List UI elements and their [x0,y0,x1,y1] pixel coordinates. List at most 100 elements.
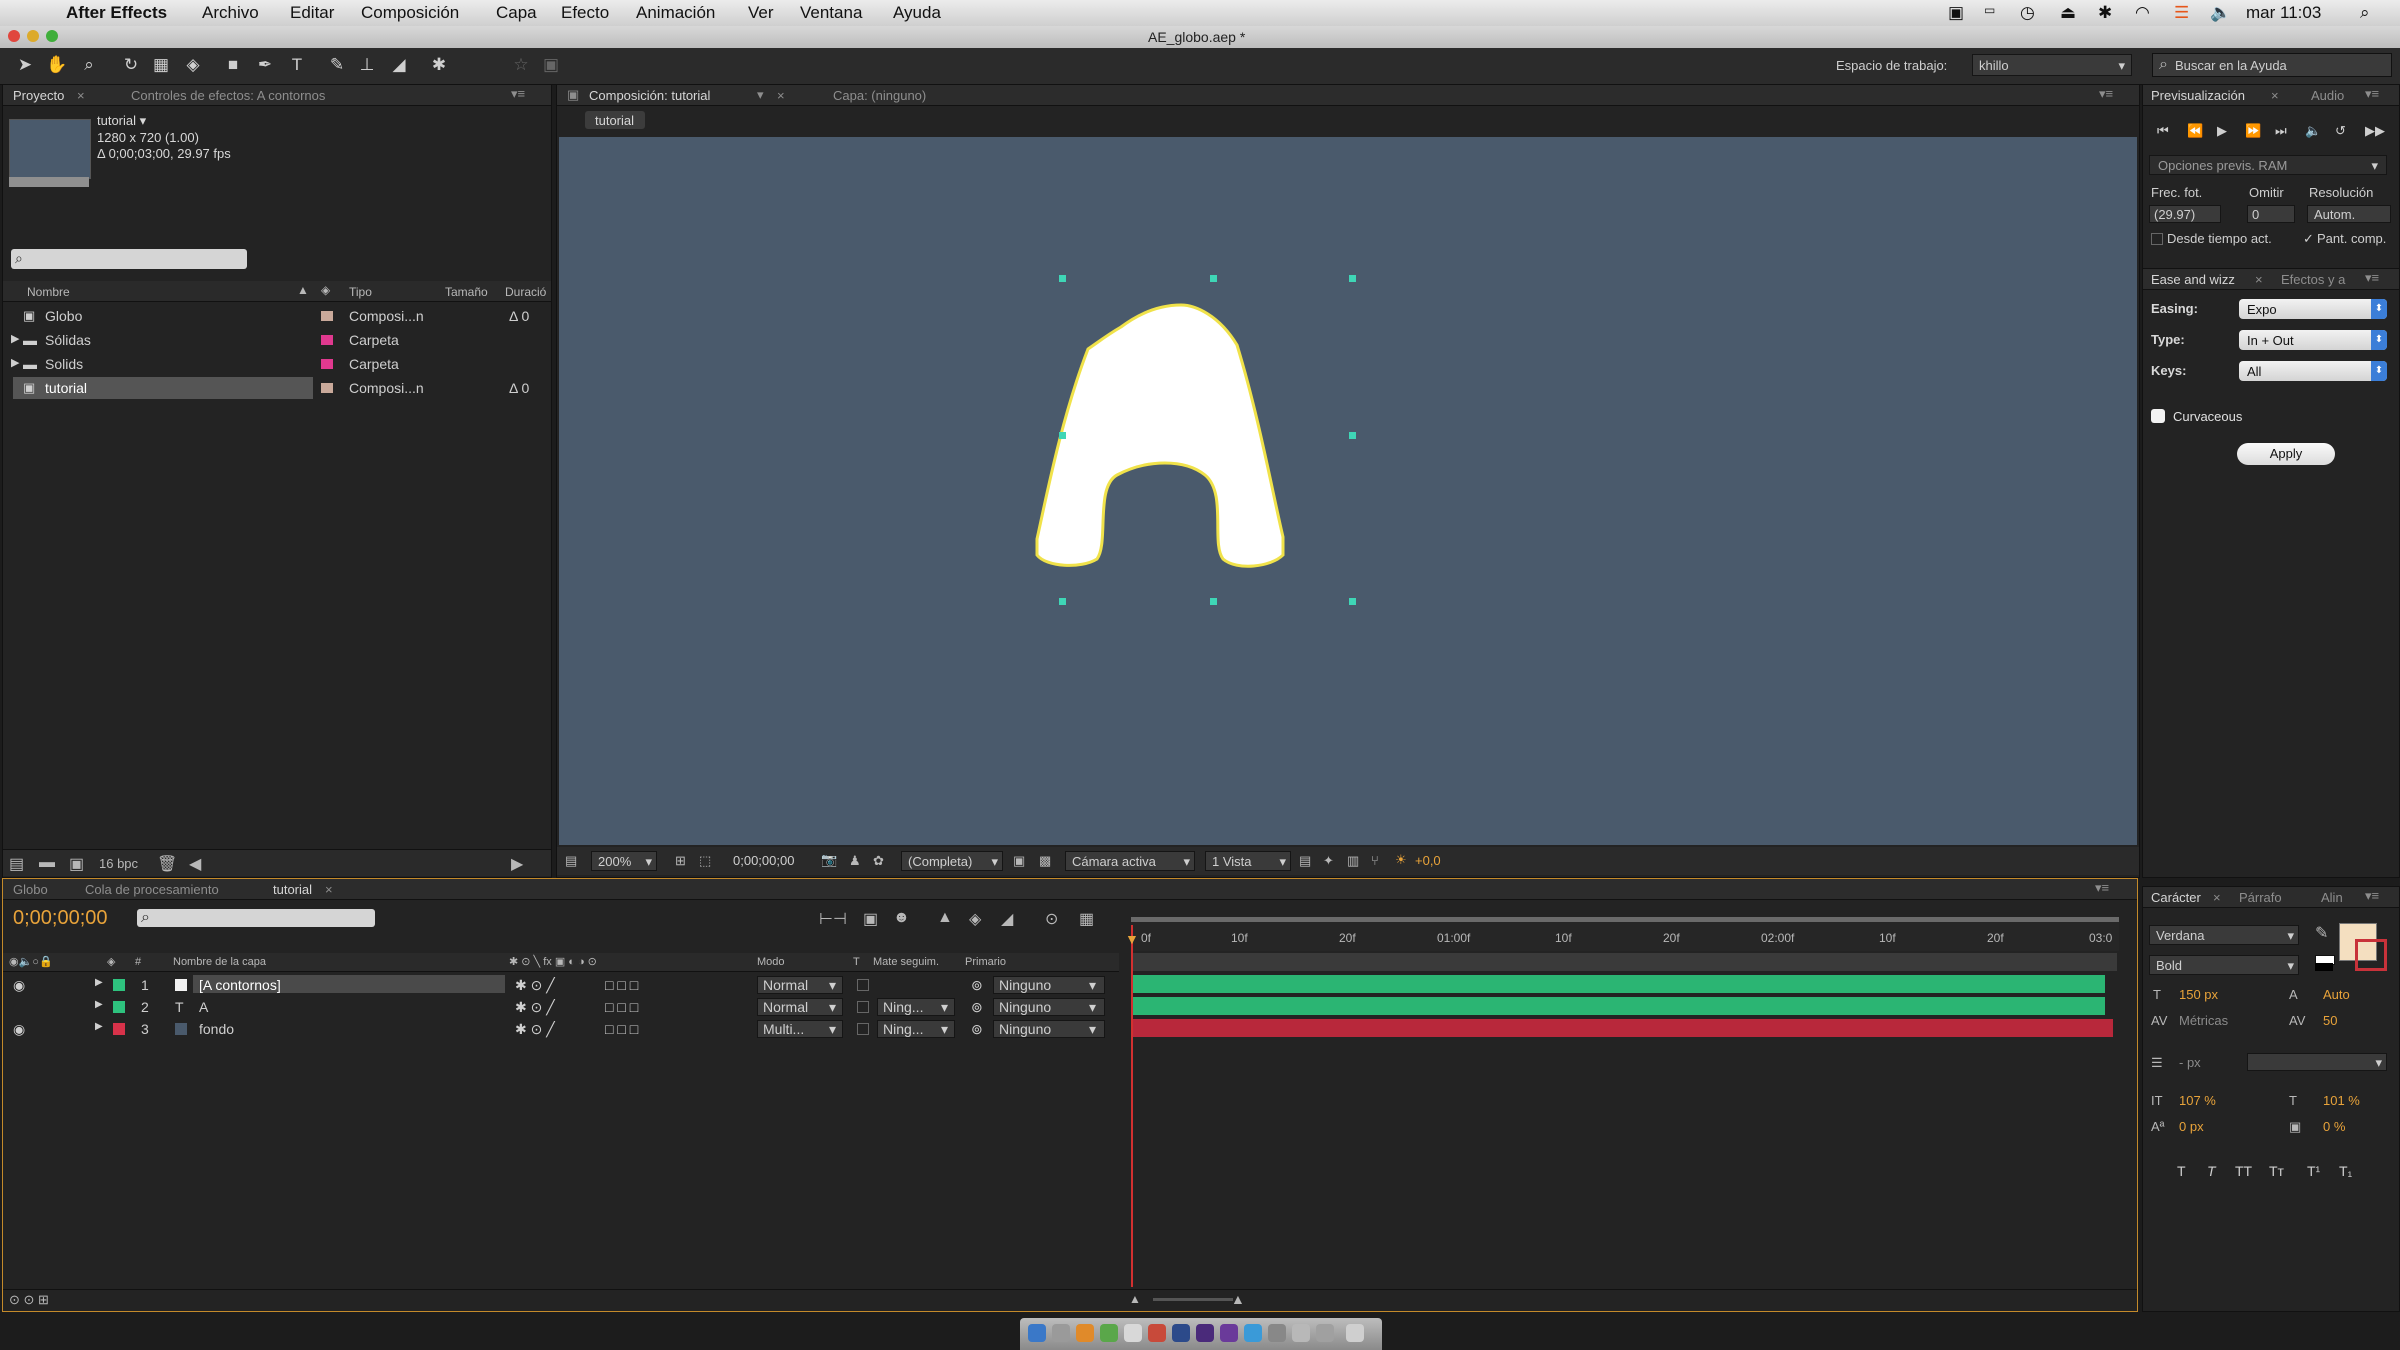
fast-preview-icon[interactable]: ✦ [1323,853,1334,869]
zoom-window-button[interactable] [46,30,58,42]
vertical-scale-value[interactable]: 107 % [2179,1093,2216,1108]
rotate-tool-icon[interactable]: ↻ [120,54,142,76]
photoshop-icon[interactable] [1172,1324,1190,1342]
close-window-button[interactable] [8,30,20,42]
layer-duration-bar[interactable] [1133,1019,2113,1037]
wifi-icon[interactable]: ◠ [2135,3,2150,23]
stroke-style-dropdown[interactable]: ▾ [2247,1053,2387,1071]
switch-boxes[interactable]: □ □ □ [605,977,638,993]
frame-blending-icon[interactable]: ▲ [937,909,953,927]
help-search-input[interactable]: ⌕ Buscar en la Ayuda [2152,53,2392,77]
graph-editor-icon[interactable]: ⊙ [1045,909,1058,929]
project-item[interactable]: ▶ ▬ Sólidas Carpeta [11,329,548,351]
superscript-icon[interactable]: T¹ [2307,1163,2320,1179]
current-time-indicator[interactable] [1131,925,1133,1287]
work-area-bar[interactable] [1131,917,2119,922]
time-machine-icon[interactable]: ◷ [2020,3,2035,23]
horizontal-scale-value[interactable]: 101 % [2323,1093,2360,1108]
layer-name[interactable]: fondo [199,1021,234,1037]
col-t[interactable]: T [853,956,860,968]
show-snapshot-icon[interactable]: ♟ [849,853,861,869]
trash-icon[interactable] [1346,1324,1364,1342]
subscript-icon[interactable]: T₁ [2339,1163,2352,1179]
leading-value[interactable]: Auto [2323,987,2350,1002]
tracking-value[interactable]: 50 [2323,1013,2337,1028]
exposure-value[interactable]: +0,0 [1415,853,1441,868]
rectangle-tool-icon[interactable]: ■ [222,54,244,76]
loop-icon[interactable]: ↺ [2335,123,2346,139]
visibility-eye-icon[interactable]: ◉ [13,1021,25,1038]
collapse-switch-icon[interactable]: ✱ ⊙ ╱ [515,977,555,994]
collapse-switch-icon[interactable]: ✱ ⊙ ╱ [515,1021,555,1038]
interpret-footage-icon[interactable]: ▤ [9,854,24,874]
toggle-switches-icon[interactable]: ⊙ ⊙ ⊞ [9,1292,49,1308]
new-folder-icon[interactable]: ▬ [39,854,55,872]
layer-name[interactable]: A [199,999,208,1015]
col-size[interactable]: Tamaño [445,285,488,299]
tab-character[interactable]: Carácter [2151,890,2201,905]
bit-depth-button[interactable]: 16 bpc [99,856,138,871]
downloads-icon[interactable] [1292,1324,1310,1342]
transform-handle[interactable] [1210,275,1217,282]
finder-icon[interactable] [1028,1324,1046,1342]
checkmark-icon[interactable]: ✓ [2303,231,2314,247]
menu-editar[interactable]: Editar [290,3,334,23]
letter-a-shape[interactable] [559,137,2137,845]
minimize-window-button[interactable] [27,30,39,42]
layer-name[interactable]: [A contornos] [199,977,281,993]
black-swatch[interactable] [2315,963,2333,971]
col-duration[interactable]: Duració [505,285,546,299]
zoom-out-icon[interactable]: ▲ [1129,1292,1141,1306]
col-mode[interactable]: Modo [757,956,785,968]
playhead-icon[interactable]: ▼ [1125,931,1139,947]
ram-options-dropdown[interactable]: Opciones previs. RAM ▾ [2149,155,2387,175]
menu-ventana[interactable]: Ventana [800,3,862,23]
pickwhip-icon[interactable]: ⊚ [971,977,983,994]
eject-icon[interactable]: ⏏ [2060,3,2076,23]
mail-icon[interactable] [1124,1324,1142,1342]
transform-handle[interactable] [1349,432,1356,439]
tab-effect-controls[interactable]: Controles de efectos: A contornos [131,88,325,103]
pixel-aspect-icon[interactable]: ▤ [1299,853,1311,869]
flowchart-icon[interactable]: ⑂ [1371,853,1379,868]
scroll-right-icon[interactable]: ▶ [511,854,523,874]
preserve-transparency-checkbox[interactable] [857,979,869,991]
pickwhip-icon[interactable]: ⊚ [971,999,983,1016]
menu-capa[interactable]: Capa [496,3,537,23]
from-current-checkbox[interactable] [2151,233,2163,245]
draft-3d-icon[interactable]: ▣ [863,909,878,929]
mask-visibility-icon[interactable]: ⬚ [699,853,711,869]
apply-button[interactable]: Apply [2237,443,2335,465]
tab-tutorial[interactable]: tutorial [273,882,312,897]
font-family-dropdown[interactable]: Verdana ▾ [2149,925,2299,945]
tab-project[interactable]: Proyecto [13,88,64,103]
menu-ver[interactable]: Ver [748,3,774,23]
collapse-switch-icon[interactable]: ✱ ⊙ ╱ [515,999,555,1016]
label-tag-icon[interactable]: ◈ [107,955,115,968]
resolution-preview-dropdown[interactable]: Autom. [2307,205,2391,223]
zoom-dropdown[interactable]: 200% ▾ [591,851,657,871]
layer-row[interactable]: ◉ ▶ 3 fondo ✱ ⊙ ╱ □ □ □ Multi... ▾ Ning.… [9,1019,1119,1039]
font-style-dropdown[interactable]: Bold ▾ [2149,955,2299,975]
snapshot-icon[interactable]: 📷 [821,852,837,868]
exposure-icon[interactable]: ☀ [1395,852,1407,868]
disclosure-triangle-icon[interactable]: ▶ [95,1021,103,1032]
star-icon[interactable]: ☆ [510,54,532,76]
tab-globo[interactable]: Globo [13,882,48,897]
tab-preview[interactable]: Previsualización [2151,88,2245,103]
new-composition-icon[interactable]: ▣ [69,854,84,874]
layer-duration-bar[interactable] [1133,997,2105,1015]
disclosure-triangle-icon[interactable]: ▶ [11,356,19,369]
easing-select[interactable]: Expo ⬍ [2239,299,2387,319]
time-ruler[interactable]: 0f 10f 20f 01:00f 10f 20f 02:00f 10f 20f… [1131,917,2119,951]
zoom-slider[interactable] [1153,1298,1233,1301]
layer-row[interactable]: ◉ ▶ 1 [A contornos] ✱ ⊙ ╱ □ □ □ Normal ▾… [9,975,1119,995]
kerning-value[interactable]: Métricas [2179,1013,2228,1028]
calendar-icon[interactable] [1148,1324,1166,1342]
clock[interactable]: mar 11:03 [2246,3,2321,23]
panel-menu-icon[interactable]: ▾≡ [2365,270,2379,286]
timeline-timecode[interactable]: 0;00;00;00 [13,907,108,930]
type-select[interactable]: In + Out ⬍ [2239,330,2387,350]
transform-handle[interactable] [1210,598,1217,605]
eyedropper-icon[interactable]: ✎ [2315,923,2328,943]
